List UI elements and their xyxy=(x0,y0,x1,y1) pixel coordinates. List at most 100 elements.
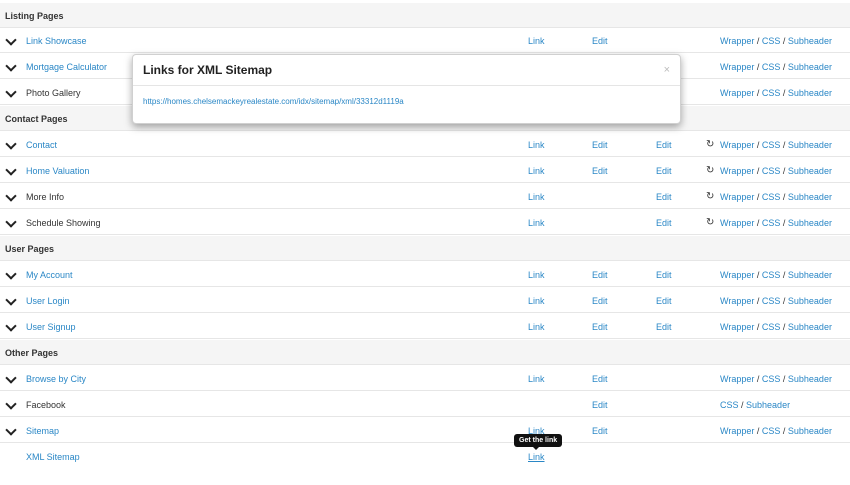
page-name[interactable]: Facebook xyxy=(26,400,66,410)
css-link[interactable]: CSS xyxy=(762,218,781,228)
subheader-link[interactable]: Subheader xyxy=(788,426,832,436)
css-link[interactable]: CSS xyxy=(762,296,781,306)
page-name[interactable]: Photo Gallery xyxy=(26,88,81,98)
page-name[interactable]: My Account xyxy=(26,270,73,280)
edit-button[interactable]: Edit xyxy=(592,36,608,46)
subheader-link[interactable]: Subheader xyxy=(788,36,832,46)
css-link[interactable]: CSS xyxy=(720,400,739,410)
sync-icon[interactable]: ↻ xyxy=(706,191,714,202)
css-link[interactable]: CSS xyxy=(762,192,781,202)
edit-button-2[interactable]: Edit xyxy=(656,322,672,332)
css-link[interactable]: CSS xyxy=(762,426,781,436)
subheader-link[interactable]: Subheader xyxy=(788,322,832,332)
subheader-link[interactable]: Subheader xyxy=(788,140,832,150)
subheader-link[interactable]: Subheader xyxy=(788,88,832,98)
link-button[interactable]: Link xyxy=(528,322,545,332)
chevron-down-icon[interactable] xyxy=(5,372,17,384)
edit-button[interactable]: Edit xyxy=(592,140,608,150)
wrapper-link[interactable]: Wrapper xyxy=(720,62,754,72)
subheader-link[interactable]: Subheader xyxy=(788,218,832,228)
chevron-down-icon[interactable] xyxy=(5,398,17,410)
subheader-link[interactable]: Subheader xyxy=(788,192,832,202)
wrapper-link[interactable]: Wrapper xyxy=(720,88,754,98)
link-button[interactable]: Link xyxy=(528,374,545,384)
css-link[interactable]: CSS xyxy=(762,322,781,332)
chevron-down-icon[interactable] xyxy=(5,86,17,98)
page-name[interactable]: XML Sitemap xyxy=(26,452,80,462)
page-name[interactable]: Link Showcase xyxy=(26,36,87,46)
page-name[interactable]: Schedule Showing xyxy=(26,218,101,228)
subheader-link[interactable]: Subheader xyxy=(788,374,832,384)
row-user-login: User Login Link Edit Edit Wrapper / CSS … xyxy=(0,288,850,313)
wrapper-link[interactable]: Wrapper xyxy=(720,192,754,202)
edit-button[interactable]: Edit xyxy=(592,426,608,436)
chevron-down-icon[interactable] xyxy=(5,268,17,280)
page-name[interactable]: Home Valuation xyxy=(26,166,89,176)
link-button[interactable]: Link xyxy=(528,192,545,202)
link-button[interactable]: Link xyxy=(528,218,545,228)
chevron-down-icon[interactable] xyxy=(5,216,17,228)
edit-button-2[interactable]: Edit xyxy=(656,166,672,176)
subheader-link[interactable]: Subheader xyxy=(788,270,832,280)
edit-button[interactable]: Edit xyxy=(592,374,608,384)
wrapper-link[interactable]: Wrapper xyxy=(720,140,754,150)
chevron-down-icon[interactable] xyxy=(5,164,17,176)
link-button[interactable]: Link xyxy=(528,296,545,306)
css-link[interactable]: CSS xyxy=(762,140,781,150)
css-link[interactable]: CSS xyxy=(762,88,781,98)
subheader-link[interactable]: Subheader xyxy=(788,62,832,72)
css-link[interactable]: CSS xyxy=(762,374,781,384)
wrapper-link[interactable]: Wrapper xyxy=(720,36,754,46)
edit-button[interactable]: Edit xyxy=(592,400,608,410)
wrapper-link[interactable]: Wrapper xyxy=(720,426,754,436)
separator: / xyxy=(754,166,762,176)
page-name[interactable]: Browse by City xyxy=(26,374,86,384)
css-link[interactable]: CSS xyxy=(762,270,781,280)
edit-button-2[interactable]: Edit xyxy=(656,192,672,202)
edit-button[interactable]: Edit xyxy=(592,166,608,176)
link-button[interactable]: Link xyxy=(528,270,545,280)
wrapper-link[interactable]: Wrapper xyxy=(720,166,754,176)
link-button[interactable]: Link xyxy=(528,452,545,462)
wrapper-link[interactable]: Wrapper xyxy=(720,218,754,228)
page-name[interactable]: Sitemap xyxy=(26,426,59,436)
page-name[interactable]: Contact xyxy=(26,140,57,150)
css-link[interactable]: CSS xyxy=(762,62,781,72)
css-link[interactable]: CSS xyxy=(762,166,781,176)
edit-button-2[interactable]: Edit xyxy=(656,140,672,150)
link-button[interactable]: Link xyxy=(528,166,545,176)
wrapper-link[interactable]: Wrapper xyxy=(720,322,754,332)
chevron-down-icon[interactable] xyxy=(5,138,17,150)
edit-button[interactable]: Edit xyxy=(592,270,608,280)
subheader-link[interactable]: Subheader xyxy=(788,296,832,306)
chevron-down-icon[interactable] xyxy=(5,294,17,306)
wrapper-link[interactable]: Wrapper xyxy=(720,374,754,384)
sync-icon[interactable]: ↻ xyxy=(706,217,714,228)
edit-button[interactable]: Edit xyxy=(592,296,608,306)
subheader-link[interactable]: Subheader xyxy=(746,400,790,410)
chevron-down-icon[interactable] xyxy=(5,190,17,202)
page-name[interactable]: Mortgage Calculator xyxy=(26,62,107,72)
close-icon[interactable]: × xyxy=(664,64,670,76)
link-button[interactable]: Link xyxy=(528,140,545,150)
page-name[interactable]: More Info xyxy=(26,192,64,202)
sitemap-url-link[interactable]: https://homes.chelsemackeyrealestate.com… xyxy=(143,97,404,106)
edit-button[interactable]: Edit xyxy=(592,322,608,332)
edit-button-2[interactable]: Edit xyxy=(656,296,672,306)
sync-icon[interactable]: ↻ xyxy=(706,165,714,176)
chevron-down-icon[interactable] xyxy=(5,320,17,332)
wrapper-link[interactable]: Wrapper xyxy=(720,296,754,306)
chevron-down-icon[interactable] xyxy=(5,60,17,72)
css-link[interactable]: CSS xyxy=(762,36,781,46)
separator: / xyxy=(754,36,762,46)
link-button[interactable]: Link xyxy=(528,36,545,46)
wrapper-link[interactable]: Wrapper xyxy=(720,270,754,280)
page-name[interactable]: User Login xyxy=(26,296,70,306)
edit-button-2[interactable]: Edit xyxy=(656,270,672,280)
chevron-down-icon[interactable] xyxy=(5,34,17,46)
edit-button-2[interactable]: Edit xyxy=(656,218,672,228)
page-name[interactable]: User Signup xyxy=(26,322,76,332)
subheader-link[interactable]: Subheader xyxy=(788,166,832,176)
sync-icon[interactable]: ↻ xyxy=(706,139,714,150)
chevron-down-icon[interactable] xyxy=(5,424,17,436)
